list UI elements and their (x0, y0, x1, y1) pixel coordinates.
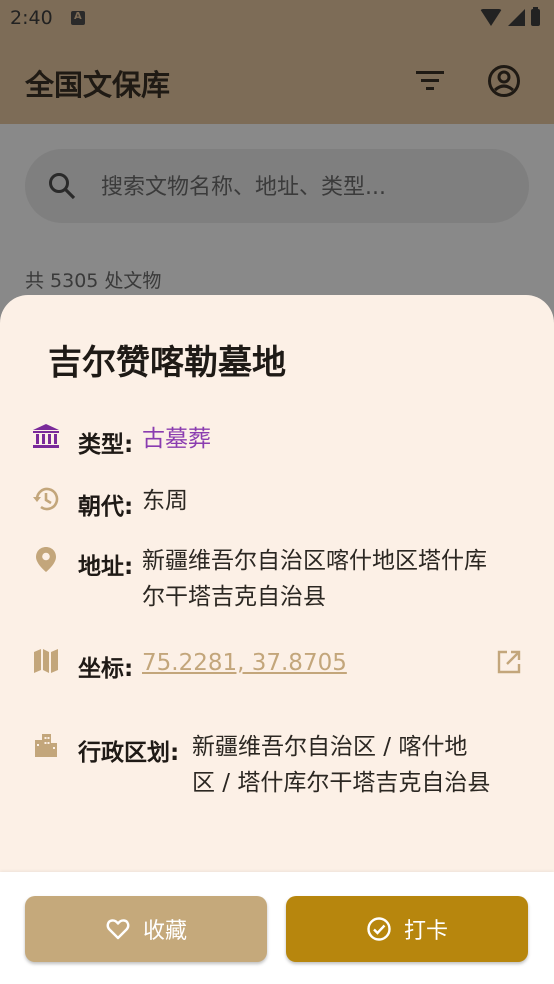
checkin-button[interactable]: 打卡 (286, 896, 528, 962)
status-bar: 2:40 (0, 0, 554, 36)
notification-icon (71, 11, 85, 25)
coords-link[interactable]: 75.2281, 37.8705 (142, 645, 347, 681)
address-row: 地址: 新疆维吾尔自治区喀什地区塔什库 尔干塔吉克自治县 (32, 545, 522, 617)
app-bar: 全国文保库 (0, 36, 554, 124)
location-pin-icon (36, 547, 56, 572)
dynasty-value: 东周 (142, 488, 188, 514)
wifi-icon (480, 9, 502, 26)
open-in-new-icon[interactable] (496, 649, 522, 675)
status-icons (480, 7, 540, 26)
favorite-label: 收藏 (142, 919, 187, 944)
search-input[interactable] (99, 167, 503, 207)
admin-line-1: 新疆维吾尔自治区 / 喀什地 (192, 734, 468, 760)
heart-icon (106, 919, 130, 940)
account-icon[interactable] (487, 64, 521, 98)
history-icon (33, 487, 59, 511)
address-line-1: 新疆维吾尔自治区喀什地区塔什库 (142, 548, 487, 574)
action-bar: 收藏 打卡 (0, 872, 554, 984)
favorite-button[interactable]: 收藏 (25, 896, 267, 962)
check-circle-icon (367, 917, 391, 941)
search-bar[interactable] (25, 149, 529, 223)
type-value: 古墓葬 (142, 426, 211, 452)
signal-icon (508, 9, 525, 26)
admin-row: 行政区划: 新疆维吾尔自治区 / 喀什地 区 / 塔什库尔干塔吉克自治县 (32, 731, 522, 803)
app-title: 全国文保库 (25, 68, 171, 102)
admin-label: 行政区划: (78, 740, 180, 766)
admin-line-2: 区 / 塔什库尔干塔吉克自治县 (192, 770, 491, 796)
museum-icon (33, 424, 59, 448)
city-icon (35, 734, 57, 757)
filter-icon[interactable] (414, 66, 446, 94)
map-icon (34, 649, 58, 673)
result-count: 共 5305 处文物 (25, 270, 162, 292)
search-icon (49, 173, 76, 200)
checkin-label: 打卡 (403, 919, 448, 944)
type-row: 类型: 古墓葬 (32, 423, 522, 459)
battery-icon (531, 7, 540, 26)
dynasty-label: 朝代: (78, 494, 134, 520)
status-time: 2:40 (10, 7, 53, 29)
coords-label: 坐标: (78, 656, 134, 682)
address-label: 地址: (78, 554, 134, 580)
admin-value: 新疆维吾尔自治区 / 喀什地 区 / 塔什库尔干塔吉克自治县 (192, 729, 522, 801)
coords-row: 坐标: 75.2281, 37.8705 (32, 647, 522, 683)
site-title: 吉尔赞喀勒墓地 (48, 343, 286, 383)
dynasty-row: 朝代: 东周 (32, 485, 522, 521)
type-label: 类型: (78, 432, 134, 458)
address-value: 新疆维吾尔自治区喀什地区塔什库 尔干塔吉克自治县 (142, 543, 522, 615)
address-line-2: 尔干塔吉克自治县 (142, 584, 326, 610)
